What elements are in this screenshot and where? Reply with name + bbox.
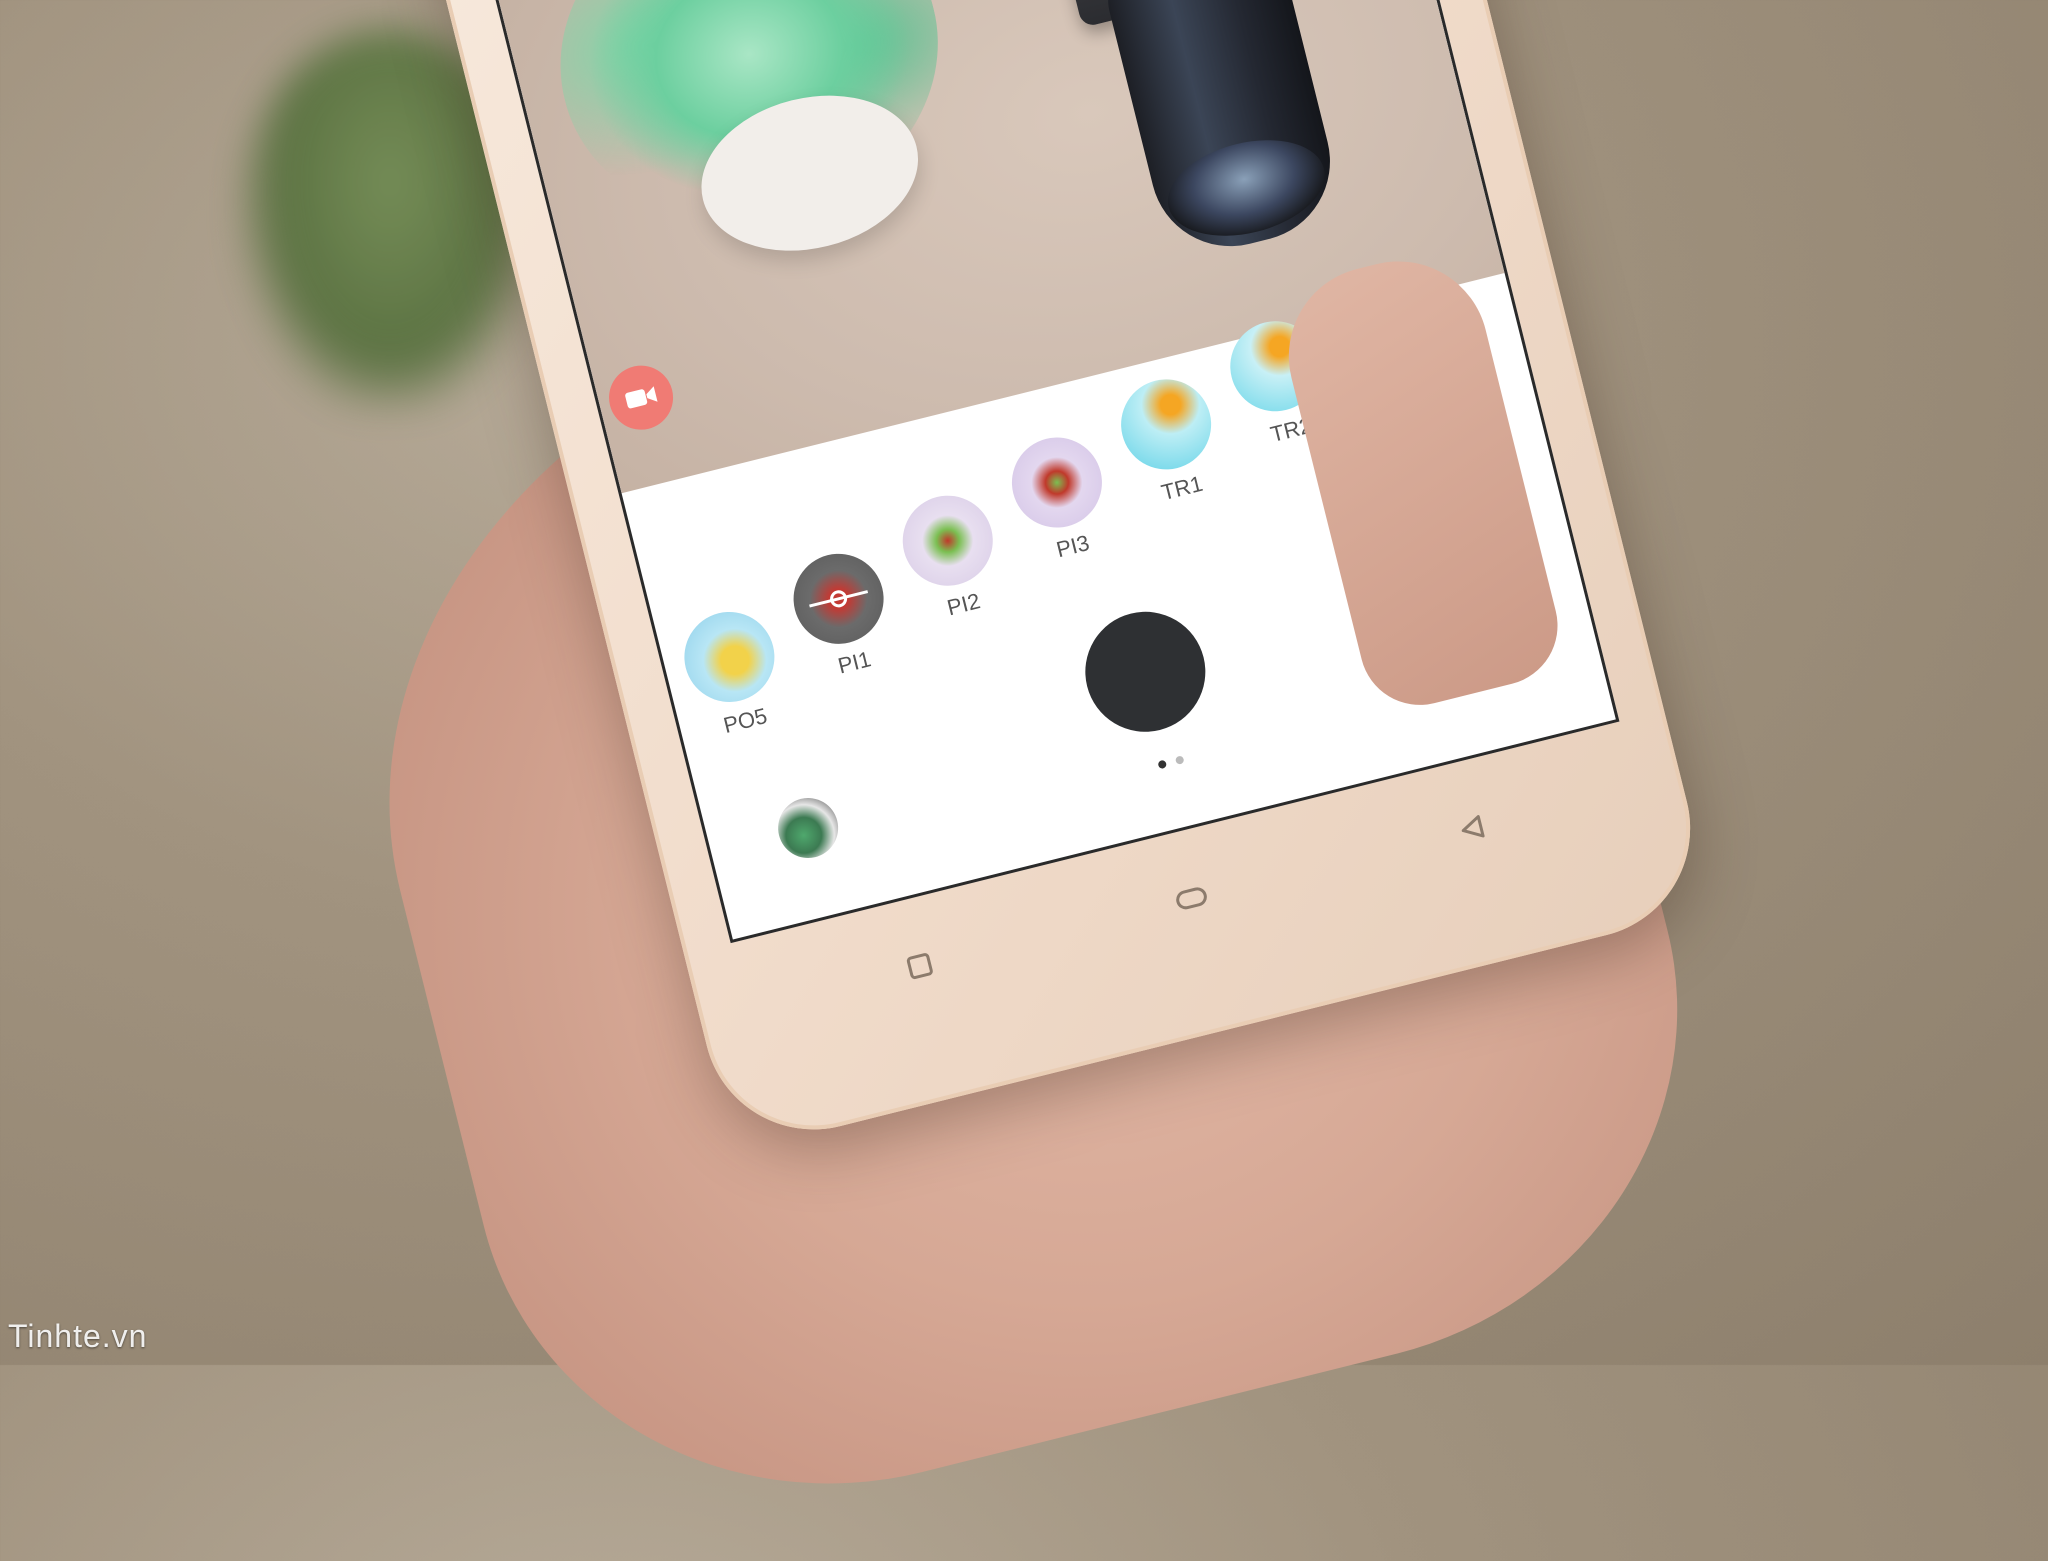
video-record-button[interactable] [602, 358, 680, 437]
page-dot-active [1157, 759, 1168, 770]
filter-label: PI2 [944, 588, 983, 621]
page-indicator [1157, 755, 1185, 770]
filter-pi2[interactable]: PI2 [884, 484, 1021, 631]
watermark: Tinhte.vn [8, 1318, 148, 1354]
adjust-slider-icon [809, 590, 869, 608]
filter-thumbnail [1111, 369, 1221, 479]
filter-label: TR1 [1158, 470, 1206, 506]
filter-po5[interactable]: PO5 [665, 600, 802, 747]
filter-thumbnail [893, 486, 1003, 596]
back-icon[interactable] [1452, 810, 1494, 846]
filter-pi3[interactable]: PI3 [993, 426, 1130, 573]
recent-apps-icon[interactable] [899, 948, 941, 984]
gallery-thumbnail[interactable] [771, 791, 845, 865]
filter-thumbnail [674, 602, 784, 712]
page-dot [1174, 755, 1185, 765]
filter-label: PI3 [1053, 529, 1092, 563]
filter-thumbnail [784, 544, 894, 654]
filter-label: PO5 [720, 703, 770, 738]
home-icon[interactable] [1171, 880, 1213, 916]
filter-pi1[interactable]: PI1 [774, 542, 911, 689]
filter-thumbnail [1002, 428, 1112, 538]
video-camera-icon [625, 386, 658, 409]
filter-tr1[interactable]: TR1 [1102, 367, 1239, 514]
